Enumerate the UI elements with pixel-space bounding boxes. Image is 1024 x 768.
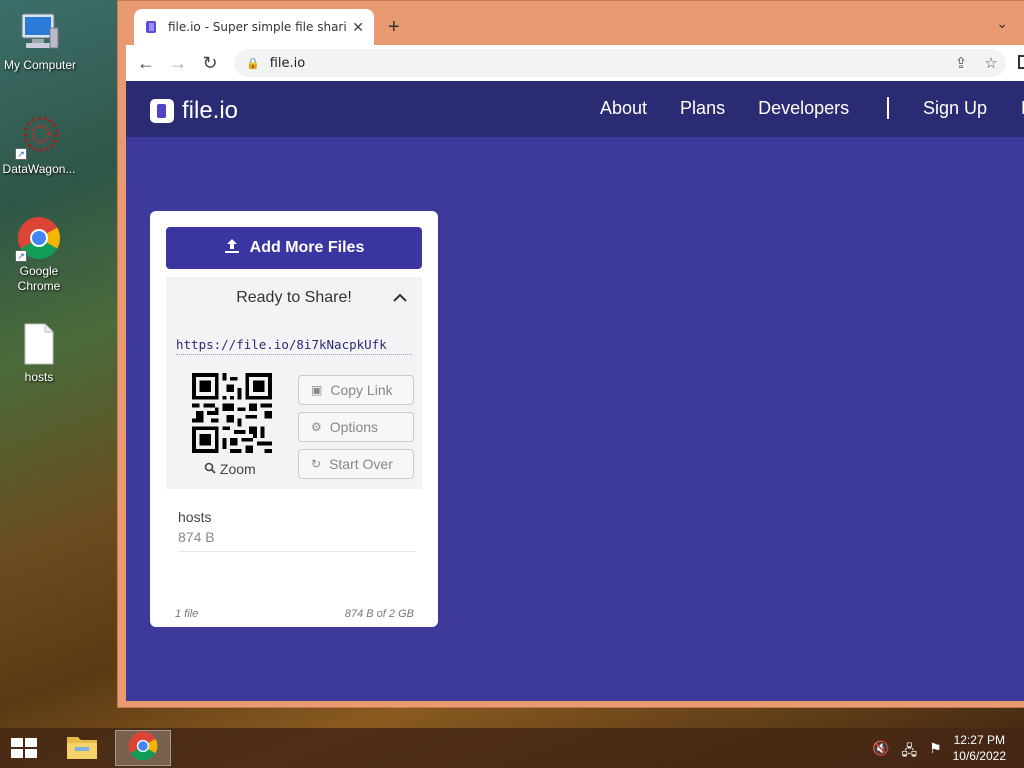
file-size: 874 B bbox=[178, 529, 215, 545]
back-arrow-icon[interactable]: ← bbox=[130, 53, 162, 74]
add-more-files-label: Add More Files bbox=[249, 239, 365, 256]
taskbar-google-chrome[interactable] bbox=[115, 730, 171, 766]
nav-about[interactable]: About bbox=[600, 98, 647, 119]
desktop-icon-label: hosts bbox=[24, 370, 54, 384]
address-url: file.io bbox=[269, 55, 306, 71]
fileio-favicon-icon bbox=[144, 20, 158, 34]
copy-link-label: Copy Link bbox=[330, 382, 393, 398]
chrome-icon: ↗ bbox=[15, 216, 61, 262]
file-list-item: hosts 874 B bbox=[178, 509, 416, 552]
desktop-icon-datawagon[interactable]: ↗ DataWagon... bbox=[0, 114, 79, 177]
browser-tab[interactable]: file.io - Super simple file sharing ✕ bbox=[134, 9, 374, 45]
tab-close-icon[interactable]: ✕ bbox=[352, 19, 364, 36]
browser-window: file.io - Super simple file sharing ✕ + … bbox=[117, 0, 1024, 708]
start-over-label: Start Over bbox=[329, 456, 393, 472]
nav-divider bbox=[887, 97, 889, 119]
nav-developers[interactable]: Developers bbox=[758, 98, 849, 119]
datawagon-icon: ↗ bbox=[15, 114, 61, 160]
tab-strip: file.io - Super simple file sharing ✕ + … bbox=[126, 1, 1024, 45]
desktop-icon-my-computer[interactable]: My Computer bbox=[0, 10, 80, 73]
browser-toolbar: ← → ↻ 🔒 file.io ⇪ ☆ bbox=[126, 45, 1024, 81]
desktop-icon-label: My Computer bbox=[3, 58, 77, 72]
file-icon bbox=[17, 322, 61, 366]
tab-title: file.io - Super simple file sharing bbox=[168, 20, 347, 34]
shortcut-arrow-icon: ↗ bbox=[15, 250, 27, 262]
file-name: hosts bbox=[178, 509, 212, 525]
network-icon[interactable]: 🖧 bbox=[901, 740, 917, 764]
web-page: file.io About Plans Developers Sign Up L… bbox=[126, 81, 1024, 701]
gear-icon: ⚙ bbox=[311, 420, 322, 434]
extension-icon[interactable] bbox=[1018, 55, 1024, 69]
start-button[interactable] bbox=[10, 737, 38, 759]
upload-card: Add More Files Ready to Share! https://f… bbox=[150, 211, 438, 627]
system-clock[interactable]: 12:27 PM 10/6/2022 bbox=[953, 732, 1006, 764]
fileio-logo-icon bbox=[150, 99, 174, 123]
taskbar-file-explorer[interactable] bbox=[54, 730, 110, 766]
tab-search-chevron-icon[interactable]: ⌄ bbox=[996, 15, 1008, 32]
options-button[interactable]: ⚙ Options bbox=[298, 412, 414, 442]
add-more-files-button[interactable]: Add More Files bbox=[166, 227, 422, 269]
nav-sign-up[interactable]: Sign Up bbox=[923, 98, 987, 119]
computer-icon bbox=[18, 10, 62, 54]
start-over-button[interactable]: ↻ Start Over bbox=[298, 449, 414, 479]
desktop-icon-label: Google Chrome bbox=[17, 264, 61, 293]
desktop-icon-label: DataWagon... bbox=[2, 162, 76, 176]
address-bar[interactable]: 🔒 file.io ⇪ ☆ bbox=[234, 49, 1006, 77]
desktop-icon-hosts[interactable]: hosts bbox=[0, 322, 79, 385]
zoom-label: Zoom bbox=[219, 461, 256, 477]
folder-icon bbox=[65, 731, 99, 766]
magnifier-icon bbox=[204, 461, 220, 477]
share-panel: Ready to Share! https://file.io/8i7kNacp… bbox=[166, 277, 422, 489]
copy-icon: ▣ bbox=[311, 383, 323, 397]
storage-usage: 874 B of 2 GB bbox=[344, 608, 414, 620]
new-tab-button[interactable]: + bbox=[388, 15, 400, 39]
qr-code[interactable] bbox=[192, 373, 272, 453]
options-label: Options bbox=[329, 419, 379, 435]
reload-icon[interactable]: ↻ bbox=[194, 53, 226, 74]
share-link[interactable]: https://file.io/8i7kNacpkUfk bbox=[176, 337, 412, 355]
shortcut-arrow-icon: ↗ bbox=[15, 148, 27, 160]
system-tray: 🔇 🖧 ⚑ bbox=[872, 740, 954, 764]
bookmark-star-icon[interactable]: ☆ bbox=[976, 54, 1006, 72]
copy-link-button[interactable]: ▣ Copy Link bbox=[298, 375, 414, 405]
zoom-button[interactable]: Zoom bbox=[204, 461, 256, 477]
nav-plans[interactable]: Plans bbox=[680, 98, 725, 119]
clock-time: 12:27 PM bbox=[953, 733, 1005, 747]
site-header: file.io About Plans Developers Sign Up L bbox=[126, 81, 1024, 137]
upload-icon bbox=[224, 238, 240, 259]
lock-icon: 🔒 bbox=[246, 57, 260, 70]
taskbar: 🔇 🖧 ⚑ 12:27 PM 10/6/2022 bbox=[0, 728, 1024, 768]
clock-date: 10/6/2022 bbox=[952, 749, 1006, 763]
volume-muted-icon[interactable]: 🔇 bbox=[872, 740, 889, 764]
main-nav: About Plans Developers bbox=[600, 98, 882, 119]
collapse-chevron-icon[interactable] bbox=[392, 289, 408, 305]
forward-arrow-icon[interactable]: → bbox=[162, 53, 194, 74]
refresh-icon: ↻ bbox=[311, 457, 322, 471]
share-heading: Ready to Share! bbox=[236, 289, 352, 306]
share-icon[interactable]: ⇪ bbox=[946, 54, 976, 72]
brand-name: file.io bbox=[182, 97, 239, 124]
desktop-icon-google-chrome[interactable]: ↗ Google Chrome bbox=[0, 216, 79, 294]
action-center-flag-icon[interactable]: ⚑ bbox=[929, 740, 942, 764]
file-count: 1 file bbox=[175, 608, 199, 620]
chrome-icon bbox=[128, 731, 158, 766]
site-logo[interactable]: file.io bbox=[150, 97, 238, 125]
